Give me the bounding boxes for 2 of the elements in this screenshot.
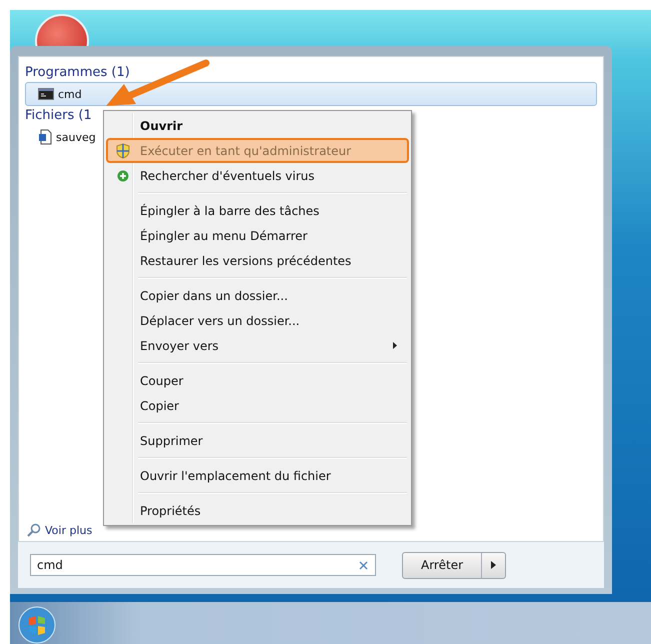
section-title: Fichiers (1	[25, 108, 92, 123]
section-title: Programmes (1)	[25, 65, 130, 80]
